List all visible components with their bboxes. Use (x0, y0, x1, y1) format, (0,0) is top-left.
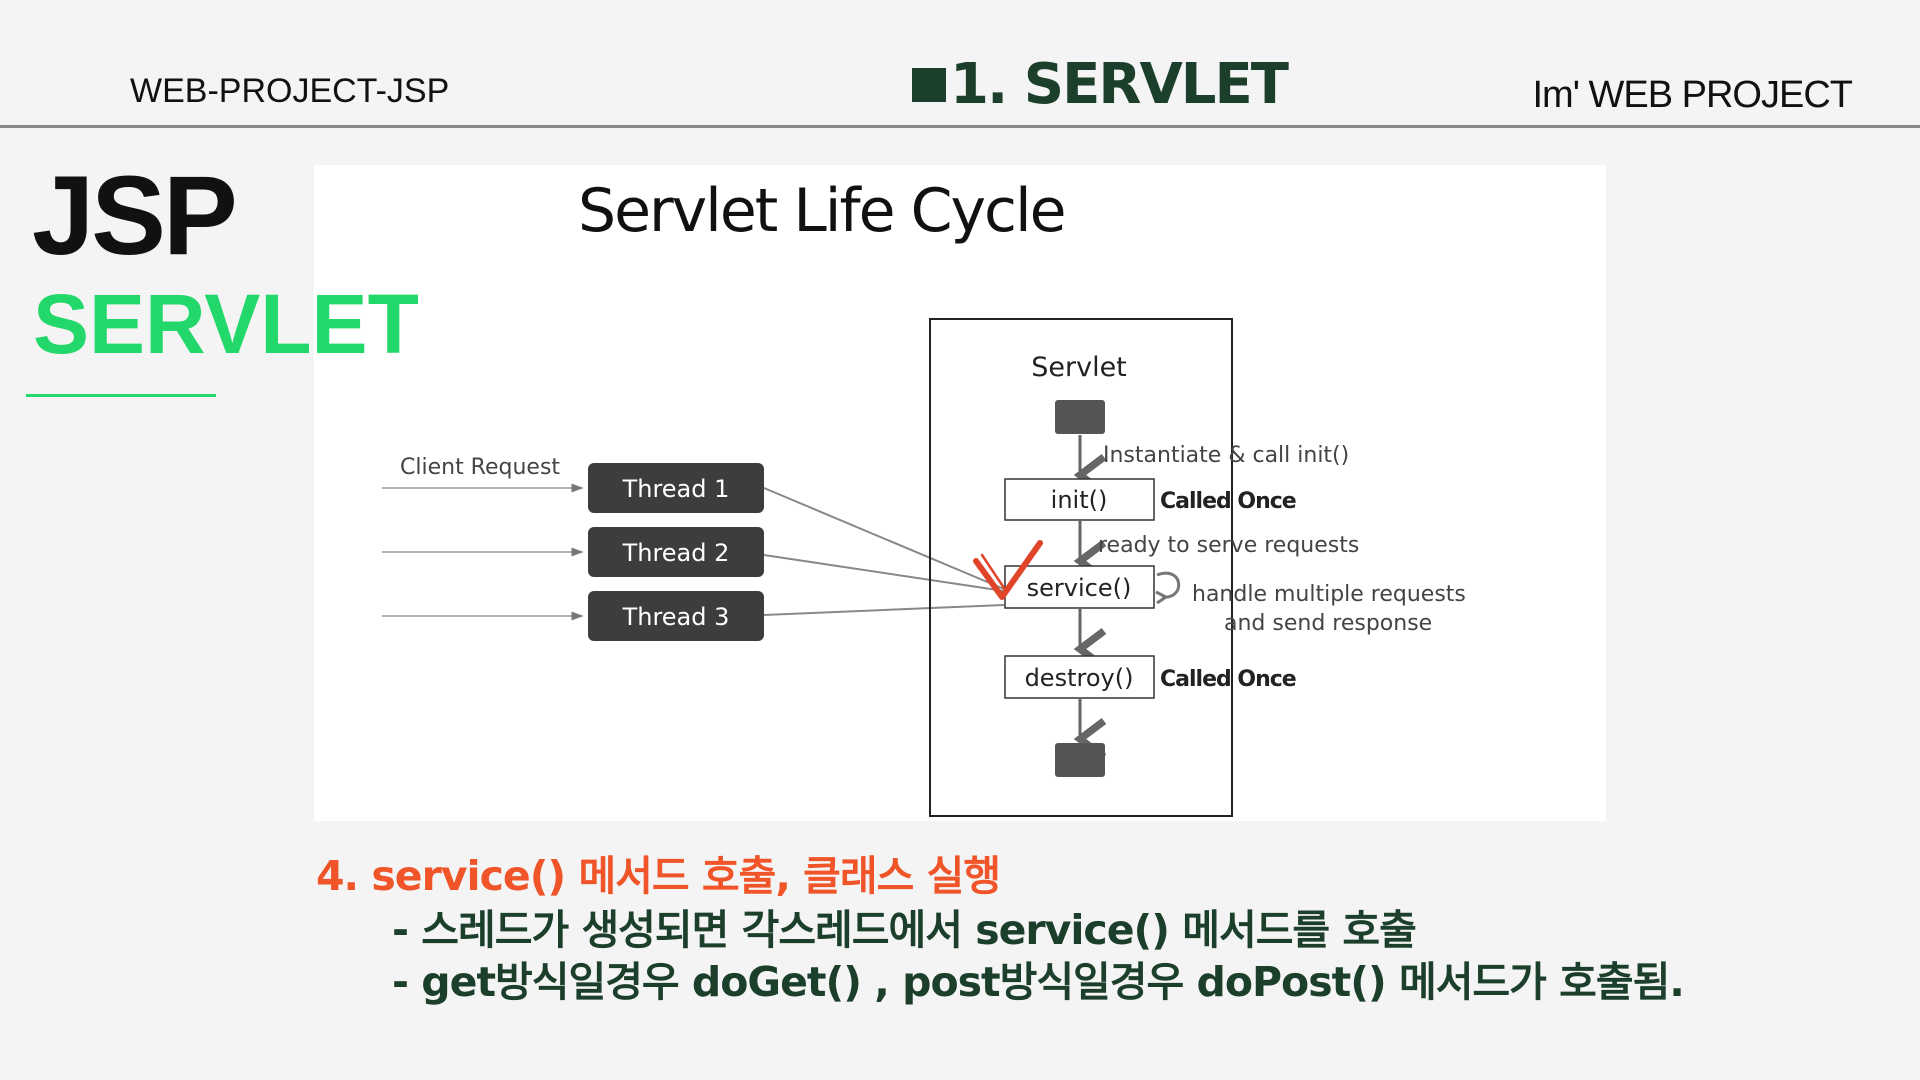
instantiate-label: Instantiate & call init() (1103, 443, 1349, 468)
header-project-name: WEB-PROJECT-JSP (130, 72, 450, 110)
caption-bullet-2: - get방식일경우 doGet() , post방식일경우 doPost() … (392, 958, 1685, 1006)
square-bullet-icon (912, 67, 946, 102)
page-heading-jsp: JSP (32, 153, 238, 278)
thread-box-3: Thread 3 (588, 591, 764, 641)
diagram-title: Servlet Life Cycle (578, 176, 1065, 246)
servlet-life-cycle-diagram: Servlet Life Cycle Client Request Thread… (382, 176, 1466, 817)
heading-underline (26, 394, 216, 397)
thread-box-1: Thread 1 (588, 463, 764, 513)
loop-arrowhead-icon (1155, 590, 1169, 605)
header-section-title: 1. SERVLET (912, 52, 1289, 117)
page-heading-servlet: SERVLET (33, 277, 419, 371)
thread3-to-service-line (763, 604, 1005, 616)
thread-label: Thread 2 (622, 539, 730, 567)
destroy-called-once: Called Once (1160, 667, 1296, 692)
caption-bullet-1: - 스레드가 생성되면 각스레드에서 service() 메서드를 호출 (392, 906, 1417, 954)
ready-label: ready to serve requests (1098, 533, 1359, 558)
init-called-once: Called Once (1160, 489, 1296, 514)
start-node (1055, 400, 1105, 434)
header-brand: Im' WEB PROJECT (1532, 74, 1853, 116)
section-title-text: 1. SERVLET (950, 52, 1289, 117)
handle-label-line1: handle multiple requests (1192, 582, 1466, 607)
servlet-label: Servlet (1031, 352, 1127, 383)
destroy-label: destroy() (1025, 664, 1134, 692)
step-caption: 4. service() 메서드 호출, 클래스 실행 (316, 852, 1001, 900)
init-label: init() (1051, 486, 1108, 514)
service-label: service() (1027, 574, 1132, 602)
thread-label: Thread 1 (622, 475, 730, 503)
header-divider (0, 125, 1920, 128)
diagram-panel: Servlet Life Cycle Client Request Thread… (314, 165, 1606, 821)
thread-box-2: Thread 2 (588, 527, 764, 577)
end-node (1055, 743, 1105, 777)
client-request-label: Client Request (400, 455, 560, 480)
thread-label: Thread 3 (622, 603, 730, 631)
handle-label-line2: and send response (1224, 611, 1432, 636)
